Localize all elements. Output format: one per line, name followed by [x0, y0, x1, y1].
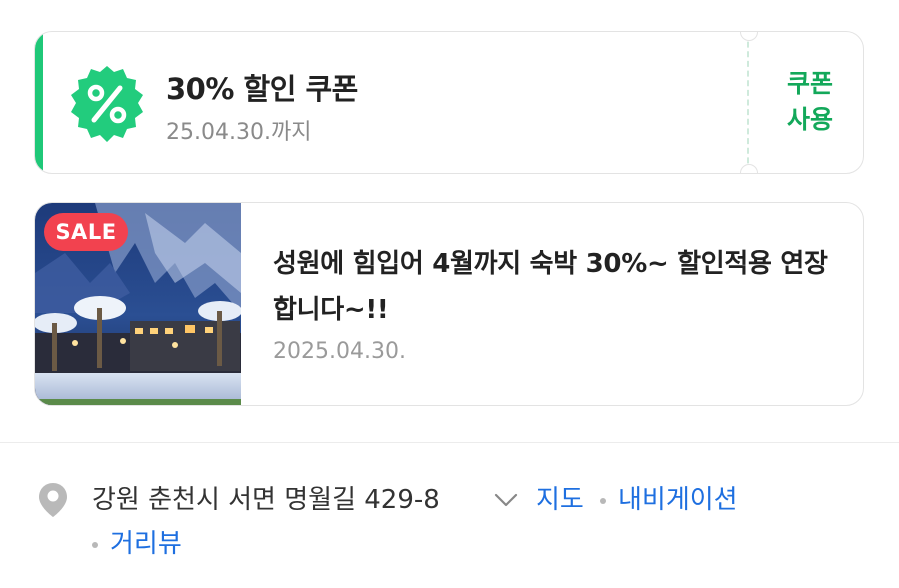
coupon-title: 30% 할인 쿠폰 [166, 72, 358, 106]
coupon-notch-bottom [740, 164, 758, 173]
link-separator-dot [92, 542, 98, 548]
use-coupon-label-line1: 쿠폰 [786, 69, 833, 98]
promotion-card[interactable]: SALE 성원에 힘입어 4월까지 숙박 30%~ 할인적용 연장합니다~!! … [34, 202, 864, 406]
coupon-card: 30% 할인 쿠폰 25.04.30.까지 쿠폰 사용 [34, 31, 864, 174]
use-coupon-button[interactable]: 쿠폰 사용 [755, 66, 863, 138]
section-divider [0, 442, 899, 443]
navigation-link[interactable]: 내비게이션 [618, 480, 738, 520]
street-view-link[interactable]: 거리뷰 [110, 524, 182, 564]
coupon-perforation [747, 32, 749, 173]
chevron-down-icon[interactable] [494, 492, 518, 508]
coupon-expiry: 25.04.30.까지 [166, 120, 312, 145]
address-text: 강원 춘천시 서면 명월길 429-8 [92, 485, 440, 515]
promotion-title: 성원에 힘입어 4월까지 숙박 30%~ 할인적용 연장합니다~!! [273, 249, 828, 325]
map-pin-icon [39, 483, 67, 517]
sale-badge: SALE [44, 213, 128, 251]
promotion-date: 2025.04.30. [273, 339, 406, 364]
coupon-notch-top [740, 32, 758, 41]
map-link[interactable]: 지도 [536, 480, 584, 520]
link-separator-dot [600, 498, 606, 504]
use-coupon-label-line2: 사용 [786, 105, 833, 134]
coupon-accent-bar [35, 32, 43, 173]
percent-icon [71, 66, 143, 142]
